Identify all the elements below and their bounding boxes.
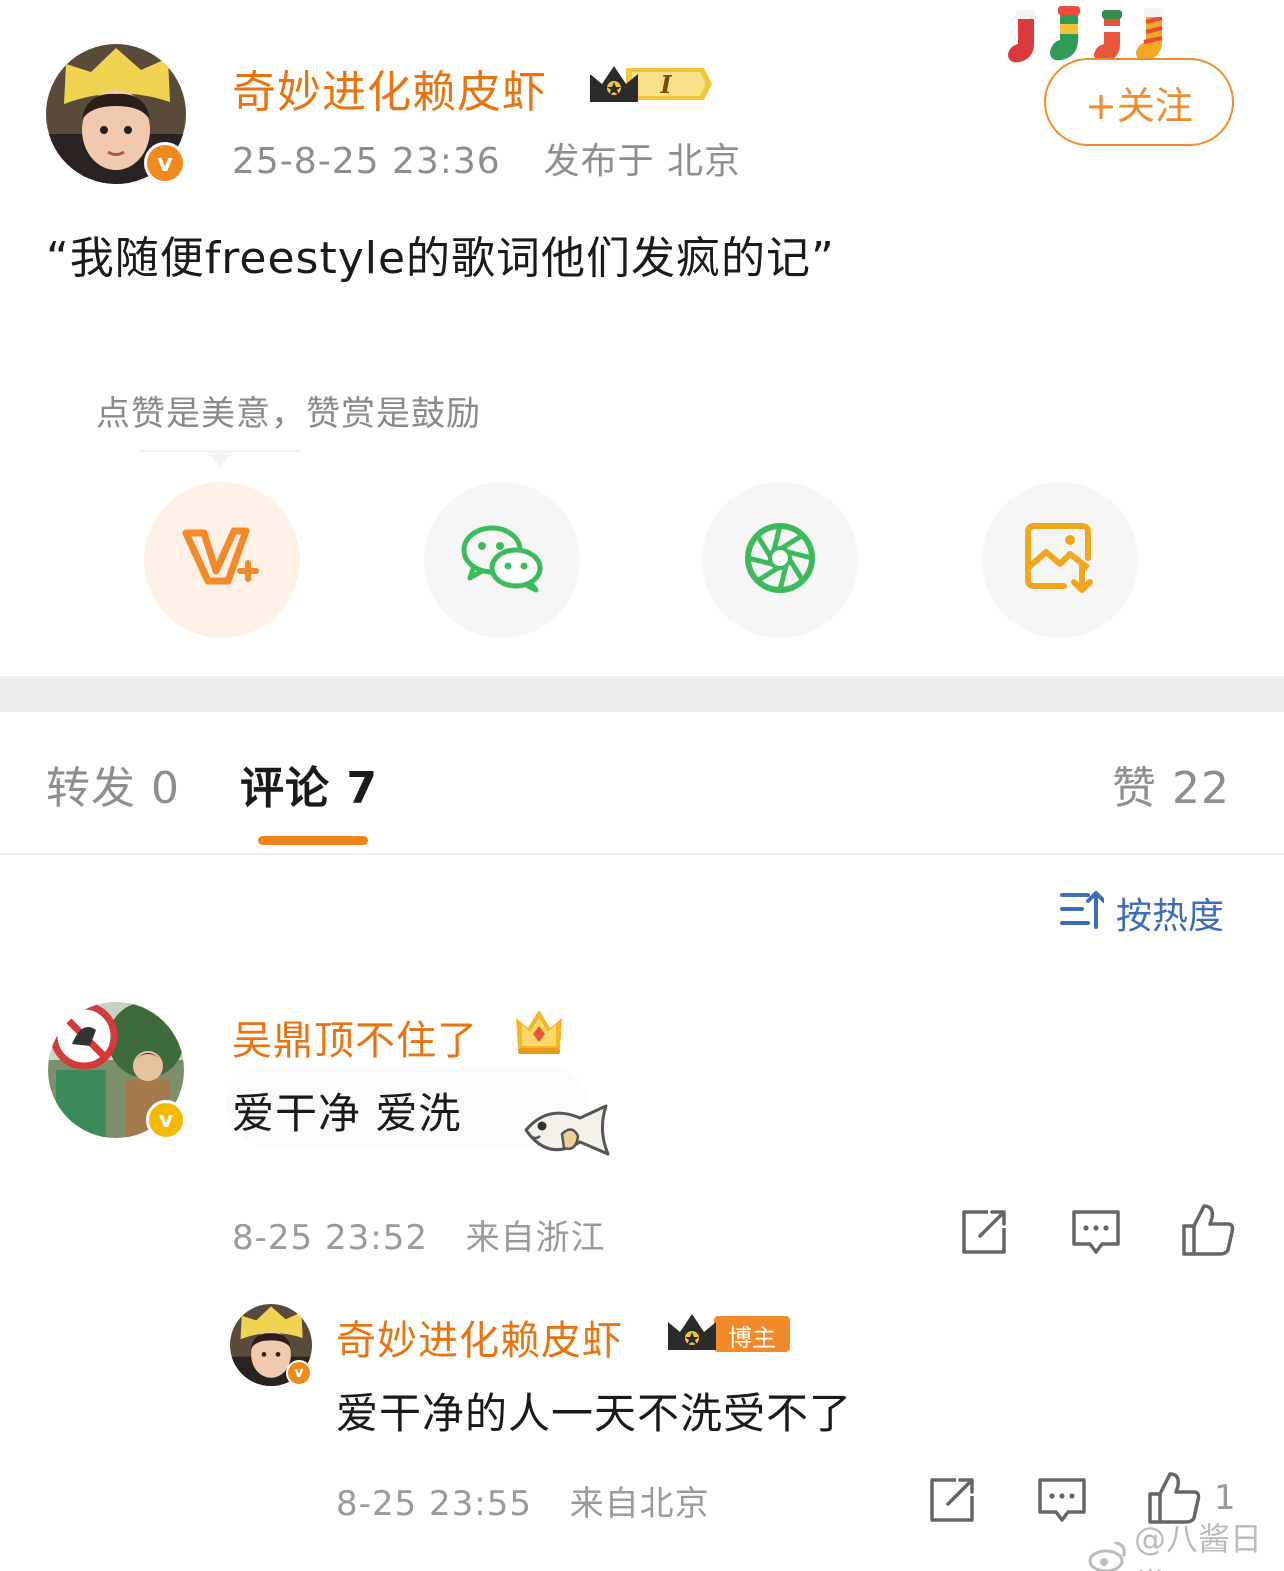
verified-badge-icon: v (146, 1100, 186, 1140)
comment-text: 爱干净 爱洗 (232, 1089, 462, 1138)
weibo-logo-icon (1088, 1539, 1128, 1571)
comment-location: 来自浙江 (465, 1218, 606, 1258)
reply-like-count: 1 (1214, 1478, 1236, 1518)
save-image-button[interactable] (982, 482, 1138, 638)
member-crown-icon[interactable]: I (586, 60, 714, 108)
tab-repost[interactable]: 转发 0 (46, 752, 180, 816)
reply-meta: 8-25 23:55 来自北京 (336, 1476, 710, 1525)
vip-plus-button[interactable] (144, 482, 300, 638)
post-meta: 25-8-25 23:36 发布于 北京 (232, 132, 741, 184)
tab-divider (0, 853, 1284, 855)
section-divider (0, 676, 1284, 712)
reply-user-name[interactable]: 奇妙进化赖皮虾 (336, 1308, 623, 1366)
active-tab-indicator (258, 836, 368, 845)
level-badge-text: I (659, 70, 672, 99)
watermark: @八酱日常 (1088, 1514, 1284, 1571)
commenter-name[interactable]: 吴鼎顶不住了 (232, 1008, 478, 1066)
verified-badge-icon: v (144, 142, 186, 184)
author-avatar[interactable]: v (46, 44, 186, 184)
owner-badge: 博主 (666, 1310, 792, 1356)
fish-sticker-icon (518, 1100, 614, 1170)
sort-button[interactable]: 按热度 (1060, 888, 1224, 938)
verified-badge-icon: v (286, 1360, 312, 1386)
reply-location: 来自北京 (569, 1484, 710, 1524)
post-author-name[interactable]: 奇妙进化赖皮虾 (232, 56, 547, 120)
share-reply-icon[interactable] (926, 1474, 978, 1526)
comment-time: 8-25 23:52 (232, 1218, 428, 1258)
moments-share-button[interactable] (702, 482, 858, 638)
watermark-text: @八酱日常 (1134, 1520, 1263, 1571)
crown-badge-icon (512, 1004, 566, 1058)
tab-likes[interactable]: 赞 22 (1112, 752, 1230, 816)
moments-icon (742, 520, 818, 600)
reply-to-reply-icon[interactable] (1036, 1474, 1088, 1526)
comment-meta: 8-25 23:52 来自浙江 (232, 1210, 606, 1259)
like-comment-icon[interactable] (1180, 1202, 1236, 1258)
tab-comments[interactable]: 评论 7 (240, 752, 378, 816)
vip-plus-icon (182, 523, 262, 597)
reply-text: 爱干净的人一天不洗受不了 (336, 1389, 853, 1438)
owner-badge-label: 博主 (728, 1324, 776, 1352)
reply-comment-icon[interactable] (1070, 1206, 1122, 1258)
post-date: 25-8-25 23:36 (232, 141, 501, 182)
sort-icon (1060, 889, 1106, 938)
reply-time: 8-25 23:55 (336, 1484, 532, 1524)
post-text: “我随便freestyle的歌词他们发疯的记” (46, 233, 835, 284)
sort-label: 按热度 (1116, 896, 1225, 937)
commenter-avatar[interactable]: v (46, 1000, 186, 1140)
tip-pointer (140, 450, 300, 468)
save-image-icon (1024, 522, 1096, 598)
wechat-share-button[interactable] (424, 482, 580, 638)
follow-button[interactable]: +关注 (1044, 58, 1234, 146)
reward-tip: 点赞是美意，赞赏是鼓励 (96, 394, 481, 434)
post-location: 发布于 北京 (543, 141, 742, 182)
share-comment-icon[interactable] (958, 1206, 1010, 1258)
reply-avatar[interactable]: v (230, 1304, 312, 1386)
wechat-icon (460, 522, 544, 598)
